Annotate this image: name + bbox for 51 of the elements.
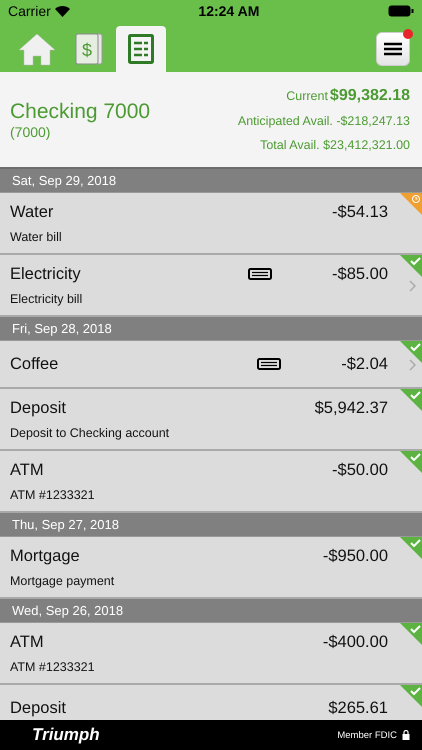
carrier-label: Carrier: [8, 3, 51, 19]
transaction-title: Coffee: [10, 354, 60, 374]
date-header: Fri, Sep 28, 2018: [0, 317, 422, 341]
current-label: Current: [286, 88, 328, 103]
total-balance: Total Avail. $23,412,321.00: [260, 138, 410, 152]
transaction-amount: -$54.13: [332, 202, 388, 222]
ledger-icon: [128, 34, 154, 64]
transaction-row[interactable]: Mortgage -$950.00 Mortgage payment: [0, 537, 422, 599]
transaction-row[interactable]: ATM -$400.00 ATM #1233321: [0, 623, 422, 685]
transaction-amount: -$400.00: [322, 632, 388, 652]
transaction-row[interactable]: ATM -$50.00 ATM #1233321: [0, 451, 422, 513]
transaction-amount: $265.61: [328, 698, 388, 718]
transaction-row[interactable]: Electricity -$85.00 Electricity bill: [0, 255, 422, 317]
lock-icon: [402, 730, 410, 740]
transaction-title: Deposit: [10, 698, 67, 718]
transaction-memo: Deposit to Checking account: [10, 426, 170, 440]
transaction-amount: -$950.00: [322, 546, 388, 566]
transaction-title: Deposit: [10, 398, 67, 418]
date-header: Wed, Sep 26, 2018: [0, 599, 422, 623]
transaction-memo: ATM #1233321: [10, 660, 96, 674]
transaction-row[interactable]: Coffee -$2.04: [0, 341, 422, 389]
transaction-amount: -$50.00: [332, 460, 388, 480]
transaction-amount: $5,942.37: [314, 398, 388, 418]
date-header: Thu, Sep 27, 2018: [0, 513, 422, 537]
home-icon: [18, 32, 56, 66]
anticipated-balance: Anticipated Avail. -$218,247.13: [238, 114, 410, 128]
current-balance: $99,382.18: [330, 86, 410, 105]
transaction-title: Electricity: [10, 264, 82, 284]
menu-icon: [384, 42, 402, 56]
date-header: Sat, Sep 29, 2018: [0, 169, 422, 193]
transaction-memo: Mortgage payment: [10, 574, 116, 588]
menu-button[interactable]: [376, 32, 410, 66]
transaction-memo: Electricity bill: [10, 292, 84, 306]
nav-tab[interactable]: [116, 26, 166, 72]
account-name: Checking 7000: [10, 100, 150, 124]
fdic-label: Member FDIC: [337, 730, 397, 740]
transaction-row[interactable]: Deposit $5,942.37 Deposit to Checking account: [0, 389, 422, 451]
transaction-row[interactable]: Water -$54.13 Water bill: [0, 193, 422, 255]
transaction-title: Mortgage: [10, 546, 81, 566]
clock-label: 12:24 AM: [198, 3, 260, 19]
transaction-amount: -$2.04: [341, 354, 388, 374]
transaction-title: ATM: [10, 632, 45, 652]
transaction-memo: Water bill: [10, 230, 63, 244]
battery-icon: [388, 5, 414, 17]
transaction-amount: -$85.00: [332, 264, 388, 284]
wifi-icon: [54, 6, 70, 16]
brand-logo: Triumph: [32, 725, 100, 745]
transaction-memo: ATM #1233321: [10, 488, 96, 502]
transaction-title: Water: [10, 202, 54, 222]
transaction-title: ATM: [10, 460, 45, 480]
account-number: (7000): [10, 124, 52, 140]
